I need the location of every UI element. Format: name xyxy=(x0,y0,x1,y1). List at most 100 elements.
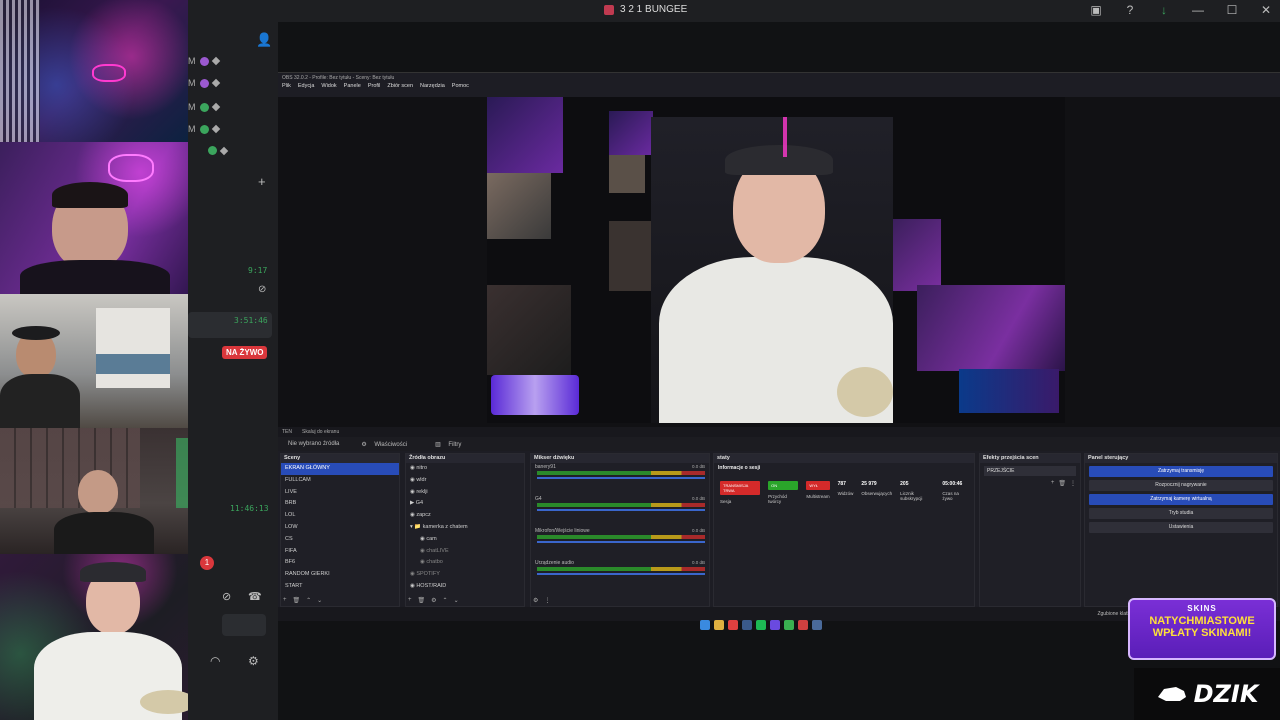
help-icon[interactable]: ? xyxy=(1122,2,1138,18)
steam-icon[interactable] xyxy=(742,620,752,630)
close-icon[interactable]: ✕ xyxy=(1258,2,1274,18)
obs-preview[interactable] xyxy=(278,97,1280,427)
dzik-logo: DZIK xyxy=(1134,668,1280,720)
menu-item[interactable]: Plik xyxy=(282,83,291,93)
screen-share-icon[interactable]: ▣ xyxy=(1088,2,1104,18)
app-icon[interactable] xyxy=(798,620,808,630)
maximize-icon[interactable]: ☐ xyxy=(1224,2,1240,18)
scene-item[interactable]: LOL xyxy=(281,510,399,522)
trash-icon[interactable]: 🗑 xyxy=(293,597,301,604)
menu-item[interactable]: Zbiór scen xyxy=(387,83,413,93)
app-icon[interactable] xyxy=(784,620,794,630)
member-row[interactable]: M xyxy=(188,102,220,112)
scene-item[interactable]: LOW xyxy=(281,522,399,534)
spotify-icon[interactable] xyxy=(756,620,766,630)
member-row[interactable] xyxy=(208,146,229,155)
scene-item[interactable]: FULLCAM xyxy=(281,475,399,487)
headphones-icon[interactable]: ◠ xyxy=(210,654,220,668)
add-icon[interactable]: + xyxy=(283,597,287,604)
add-user-icon[interactable]: 👤 xyxy=(256,32,272,48)
volume-slider[interactable] xyxy=(537,509,705,511)
source-item[interactable]: ◉ SPOTIFY xyxy=(406,569,524,581)
download-icon[interactable]: ↓ xyxy=(1156,2,1172,18)
transition-tools: + 🗑 ⋮ xyxy=(1051,480,1076,487)
source-item[interactable]: ▶ G4 xyxy=(406,498,524,510)
more-icon[interactable]: ⋮ xyxy=(544,597,550,604)
scene-item[interactable]: BRB xyxy=(281,498,399,510)
mute-icon[interactable]: ⊘ xyxy=(258,284,266,295)
menu-item[interactable]: Narzędzia xyxy=(420,83,445,93)
source-item[interactable]: ▾ 📁 kamerka z chatem xyxy=(406,522,524,534)
mixer-channel[interactable]: Mikrofon/Wejście liniowe 0.0 dB xyxy=(531,527,709,559)
preview-scale[interactable]: Skaluj do ekranu xyxy=(302,429,339,435)
studio-mode-button[interactable]: Tryb studia xyxy=(1089,508,1273,519)
discord-voice-controls: ⊘ ☎ ◠ ⚙ xyxy=(200,554,278,720)
transition-select[interactable]: PRZEJŚCIE xyxy=(984,466,1076,476)
source-item[interactable]: ◉ HOST/RAID xyxy=(406,581,524,593)
member-row[interactable]: M xyxy=(188,124,220,134)
settings-icon[interactable]: ⚙ xyxy=(533,597,538,604)
mixer-channel[interactable]: G4 0.0 dB xyxy=(531,495,709,527)
up-icon[interactable]: ⌃ xyxy=(443,597,448,604)
more-icon[interactable]: ⋮ xyxy=(1070,480,1076,487)
up-icon[interactable]: ⌃ xyxy=(306,597,311,604)
volume-slider[interactable] xyxy=(537,541,705,543)
menu-item[interactable]: Edycja xyxy=(298,83,315,93)
scene-item[interactable]: BF6 xyxy=(281,557,399,569)
scene-item[interactable]: RANDOM GIERKI xyxy=(281,569,399,581)
mic-off-icon[interactable]: ⊘ xyxy=(222,590,231,603)
scene-item[interactable]: START xyxy=(281,581,399,593)
member-row[interactable]: M xyxy=(188,78,220,88)
menu-item[interactable]: Profil xyxy=(368,83,381,93)
source-item[interactable]: ◉ zapcz xyxy=(406,510,524,522)
trash-icon[interactable]: 🗑 xyxy=(1058,480,1066,487)
obs-icon[interactable] xyxy=(770,620,780,630)
menu-item[interactable]: Pomoc xyxy=(452,83,469,93)
badge-icon xyxy=(211,78,220,88)
source-item[interactable]: ◉ chatLIVE xyxy=(406,546,524,558)
source-item[interactable]: ◉ reklji xyxy=(406,487,524,499)
volume-slider[interactable] xyxy=(537,573,705,575)
scene-item[interactable]: FIFA xyxy=(281,546,399,558)
add-icon[interactable]: + xyxy=(1051,480,1055,487)
soundboard-button[interactable] xyxy=(222,614,266,636)
phone-icon[interactable]: ☎ xyxy=(248,590,262,603)
chrome-icon[interactable] xyxy=(728,620,738,630)
properties-button[interactable]: ⚙ Właściwości xyxy=(355,441,419,448)
stop-stream-button[interactable]: Zatrzymaj transmisję xyxy=(1089,466,1273,477)
scene-item[interactable]: LIVE xyxy=(281,487,399,499)
stop-virtual-cam-button[interactable]: Zatrzymaj kamerę wirtualną xyxy=(1089,494,1273,505)
income-badge: ON xyxy=(768,481,799,490)
settings-button[interactable]: Ustawienia xyxy=(1089,522,1273,533)
scene-item[interactable]: EKRAN GŁÓWNY xyxy=(281,463,399,475)
mixer-channel[interactable]: banery91 0.0 dB xyxy=(531,463,709,495)
app-icon[interactable] xyxy=(812,620,822,630)
windows-start-icon[interactable] xyxy=(700,620,710,630)
down-icon[interactable]: ⌄ xyxy=(454,597,459,604)
settings-icon[interactable]: ⚙ xyxy=(431,597,436,604)
minimize-icon[interactable]: — xyxy=(1190,2,1206,18)
down-icon[interactable]: ⌄ xyxy=(317,597,322,604)
preview-label[interactable]: TEN xyxy=(282,429,292,435)
start-recording-button[interactable]: Rozpocznij nagrywanie xyxy=(1089,480,1273,491)
add-icon[interactable]: + xyxy=(258,174,266,189)
scene-item[interactable]: CS xyxy=(281,534,399,546)
webcam-2 xyxy=(0,142,200,294)
member-row[interactable]: M xyxy=(188,56,220,66)
settings-icon[interactable]: ⚙ xyxy=(248,654,259,668)
menu-item[interactable]: Panele xyxy=(344,83,361,93)
source-item[interactable]: ◉ chatbo xyxy=(406,557,524,569)
source-item[interactable]: ◉ nitro xyxy=(406,463,524,475)
add-icon[interactable]: + xyxy=(408,597,412,604)
volume-slider[interactable] xyxy=(537,477,705,479)
filters-button[interactable]: ▥ Filtry xyxy=(429,441,473,448)
timestamp: 3:51:46 xyxy=(234,316,268,325)
viewers-stat: 787 Widzów xyxy=(837,481,854,496)
source-item[interactable]: ◉ wldr xyxy=(406,475,524,487)
menu-item[interactable]: Widok xyxy=(321,83,336,93)
file-explorer-icon[interactable] xyxy=(714,620,724,630)
source-item[interactable]: ◉ cam xyxy=(406,534,524,546)
trash-icon[interactable]: 🗑 xyxy=(418,597,426,604)
topbar-tools: ▣ ? ↓ — ☐ ✕ xyxy=(1088,2,1274,18)
mixer-channel[interactable]: Urządzenie audio 0.0 dB xyxy=(531,559,709,591)
